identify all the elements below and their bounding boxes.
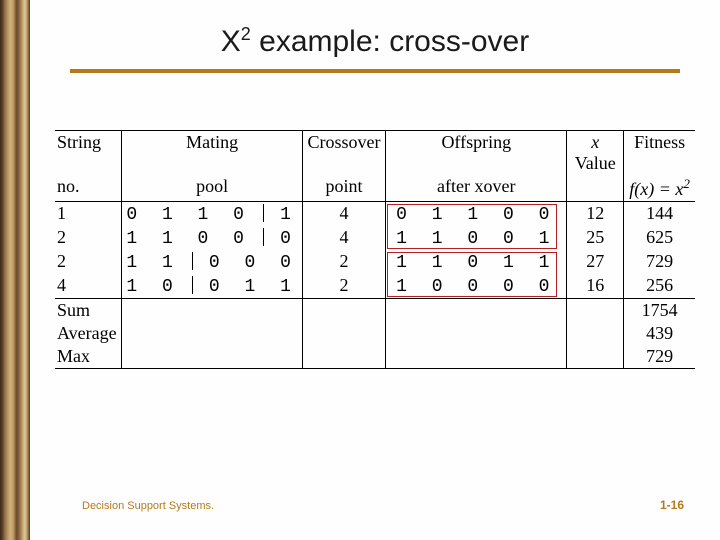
table-row: 4 1 0 0 1 1 2 1 0 0 0 0 16 256 <box>55 274 695 299</box>
slide-title: X2 example: cross-over <box>60 20 690 69</box>
hdr-xvalue: x Value <box>567 131 624 176</box>
title-sup: 2 <box>241 24 251 44</box>
slide-number: 1-16 <box>660 498 684 512</box>
hdr-mating: Mating <box>122 131 303 176</box>
hdr-crossover2: point <box>302 175 385 202</box>
summary-row: Max 729 <box>55 345 695 369</box>
table-row: 2 1 1 0 0 0 4 1 1 0 0 1 25 625 <box>55 226 695 250</box>
title-rest: example: cross-over <box>251 25 529 58</box>
summary-row: Average 439 <box>55 322 695 345</box>
hdr-string2: no. <box>55 175 122 202</box>
hdr-offspring: Offspring <box>386 131 567 176</box>
footer-source: Decision Support Systems. <box>82 500 214 512</box>
crossover-table: String Mating Crossover Offspring x Valu… <box>55 130 695 369</box>
hdr-fitness2: f(x) = x2 <box>624 175 695 202</box>
hdr-crossover: Crossover <box>302 131 385 176</box>
hdr-mating2: pool <box>122 175 303 202</box>
hdr-fitness: Fitness <box>624 131 695 176</box>
summary-row: Sum 1754 <box>55 299 695 323</box>
title-underline <box>70 69 680 73</box>
wood-border-decoration <box>0 0 30 540</box>
hdr-string: String <box>55 131 122 176</box>
hdr-offspring2: after xover <box>386 175 567 202</box>
title-area: X2 example: cross-over <box>60 20 690 73</box>
title-base: X <box>221 25 241 58</box>
table-row: 1 0 1 1 0 1 4 0 1 1 0 0 12 144 <box>55 202 695 227</box>
table-row: 2 1 1 0 0 0 2 1 1 0 1 1 27 729 <box>55 250 695 274</box>
hdr-xvalue2 <box>567 175 624 202</box>
